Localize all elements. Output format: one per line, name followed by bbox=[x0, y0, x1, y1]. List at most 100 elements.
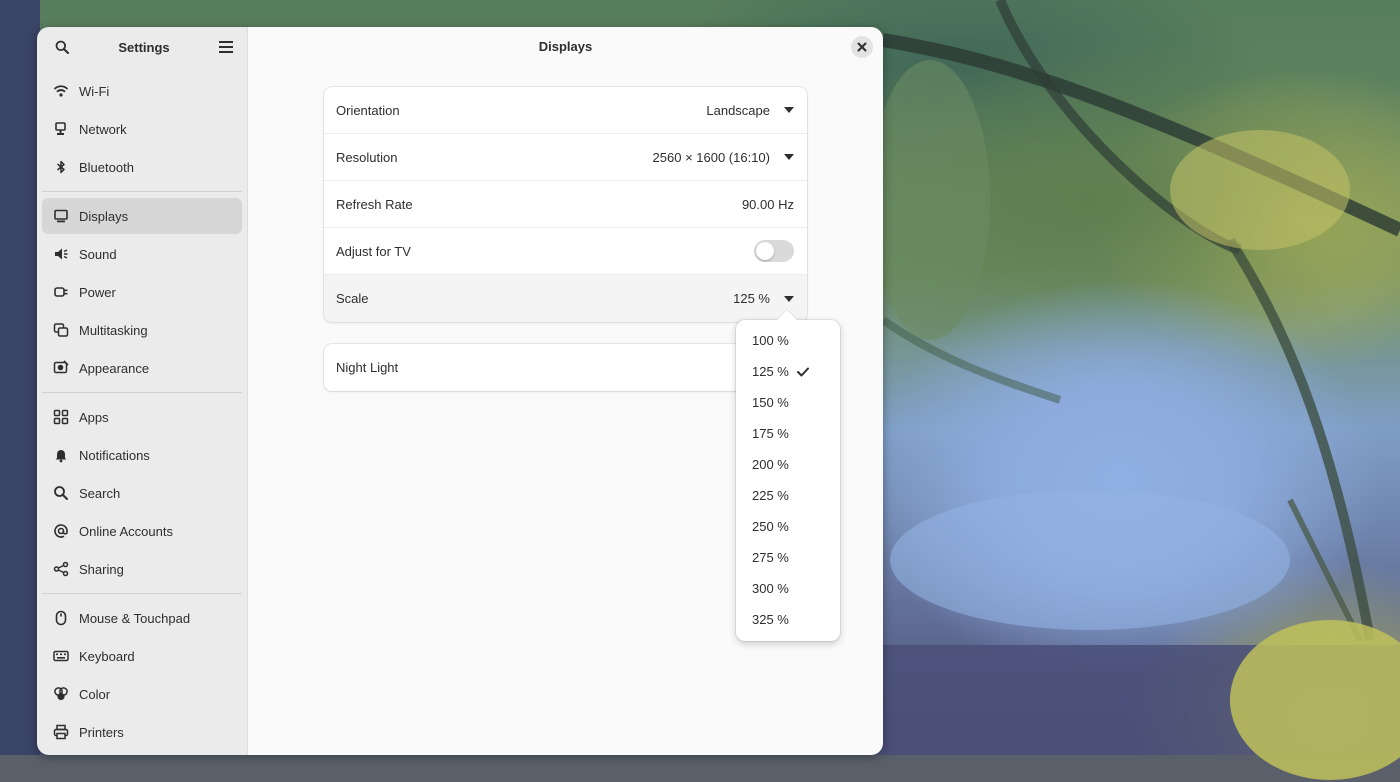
scale-option-225[interactable]: 225 % bbox=[736, 480, 840, 511]
resolution-dropdown[interactable]: 2560 × 1600 (16:10) bbox=[653, 150, 794, 165]
orientation-dropdown[interactable]: Landscape bbox=[706, 103, 794, 118]
sidebar-item-wi-fi[interactable]: Wi-Fi bbox=[42, 73, 242, 109]
power-plug-icon bbox=[53, 284, 69, 300]
sidebar-item-label: Mouse & Touchpad bbox=[79, 610, 191, 626]
night-light-row[interactable]: Night Light bbox=[324, 344, 807, 391]
refresh-rate-row: Refresh Rate 90.00 Hz bbox=[324, 181, 807, 228]
chevron-down-icon bbox=[784, 107, 794, 113]
sidebar-item-search[interactable]: Search bbox=[42, 475, 242, 511]
scale-popover: 100 % 125 % 150 % 175 % 200 % 225 % 250 % 275 %… bbox=[736, 310, 840, 641]
main-menu-button[interactable] bbox=[215, 36, 237, 58]
sidebar-item-online-accounts[interactable]: Online Accounts bbox=[42, 513, 242, 549]
speaker-icon bbox=[53, 246, 69, 262]
scale-option-label: 275 % bbox=[752, 550, 789, 565]
scale-option-label: 325 % bbox=[752, 612, 789, 627]
sidebar-item-color[interactable]: Color bbox=[42, 676, 242, 712]
scale-option-250[interactable]: 250 % bbox=[736, 511, 840, 542]
bell-icon bbox=[53, 447, 69, 463]
adjust-for-tv-toggle[interactable] bbox=[754, 240, 794, 262]
sidebar-item-apps[interactable]: Apps bbox=[42, 399, 242, 435]
sidebar-item-label: Sharing bbox=[79, 561, 124, 577]
sidebar-item-label: Displays bbox=[79, 208, 129, 224]
scale-option-label: 100 % bbox=[752, 333, 789, 348]
share-icon bbox=[53, 561, 69, 577]
scale-option-label: 200 % bbox=[752, 457, 789, 472]
refresh-rate-label: Refresh Rate bbox=[336, 196, 413, 212]
printer-icon bbox=[53, 724, 69, 740]
sidebar-item-bluetooth[interactable]: Bluetooth bbox=[42, 149, 242, 185]
scale-option-label: 150 % bbox=[752, 395, 789, 410]
sidebar-item-displays[interactable]: Displays bbox=[42, 198, 242, 234]
search-icon bbox=[53, 485, 69, 501]
scale-options-list: 100 % 125 % 150 % 175 % 200 % 225 % 250 % 275 %… bbox=[736, 320, 840, 635]
refresh-rate-value: 90.00 Hz bbox=[741, 196, 794, 212]
scale-option-300[interactable]: 300 % bbox=[736, 573, 840, 604]
bluetooth-icon bbox=[53, 159, 69, 175]
sidebar-item-sound[interactable]: Sound bbox=[42, 236, 242, 272]
sidebar-item-power[interactable]: Power bbox=[42, 274, 242, 310]
sidebar-item-label: Apps bbox=[79, 409, 109, 425]
sidebar-item-label: Appearance bbox=[79, 360, 150, 376]
scale-option-150[interactable]: 150 % bbox=[736, 387, 840, 418]
orientation-row[interactable]: Orientation Landscape bbox=[324, 87, 807, 134]
sidebar-item-label: Color bbox=[79, 686, 111, 702]
scale-row[interactable]: Scale 125 % bbox=[324, 275, 807, 322]
night-light-card: Night Light bbox=[324, 344, 807, 391]
sidebar-title: Settings bbox=[118, 39, 170, 55]
toggle-knob bbox=[756, 242, 774, 260]
resolution-label: Resolution bbox=[336, 149, 398, 165]
keyboard-icon bbox=[53, 648, 69, 664]
multitasking-icon bbox=[53, 322, 69, 338]
sidebar-item-network[interactable]: Network bbox=[42, 111, 242, 147]
apps-grid-icon bbox=[53, 409, 69, 425]
scale-option-label: 250 % bbox=[752, 519, 789, 534]
sidebar-nav: Wi-Fi Network Bluetooth Displays Sound Power M… bbox=[37, 67, 247, 750]
scale-option-label: 125 % bbox=[752, 364, 789, 379]
sidebar-separator bbox=[42, 593, 242, 594]
sidebar-item-notifications[interactable]: Notifications bbox=[42, 437, 242, 473]
checkmark-icon bbox=[796, 367, 809, 377]
resolution-row[interactable]: Resolution 2560 × 1600 (16:10) bbox=[324, 134, 807, 181]
scale-option-200[interactable]: 200 % bbox=[736, 449, 840, 480]
scale-option-label: 225 % bbox=[752, 488, 789, 503]
close-button[interactable] bbox=[851, 36, 873, 58]
search-icon bbox=[55, 40, 69, 54]
night-light-label: Night Light bbox=[336, 360, 399, 375]
color-icon bbox=[53, 686, 69, 702]
sidebar-separator bbox=[42, 392, 242, 393]
sidebar-item-label: Network bbox=[79, 121, 127, 137]
mouse-icon bbox=[53, 610, 69, 626]
sidebar-item-label: Wi-Fi bbox=[79, 83, 110, 99]
scale-option-label: 300 % bbox=[752, 581, 789, 596]
search-button[interactable] bbox=[51, 36, 73, 58]
sidebar-item-mouse-and-touchpad[interactable]: Mouse & Touchpad bbox=[42, 600, 242, 636]
sidebar-item-appearance[interactable]: Appearance bbox=[42, 350, 242, 386]
scale-option-125[interactable]: 125 % bbox=[736, 356, 840, 387]
scale-option-325[interactable]: 325 % bbox=[736, 604, 840, 635]
at-icon bbox=[53, 523, 69, 539]
hamburger-menu-icon bbox=[218, 41, 233, 53]
scale-dropdown[interactable]: 125 % bbox=[733, 291, 794, 306]
chevron-down-icon bbox=[784, 154, 794, 160]
resolution-value: 2560 × 1600 (16:10) bbox=[652, 149, 770, 165]
sidebar-item-label: Notifications bbox=[79, 447, 150, 463]
orientation-label: Orientation bbox=[336, 102, 400, 118]
scale-option-175[interactable]: 175 % bbox=[736, 418, 840, 449]
sidebar-item-multitasking[interactable]: Multitasking bbox=[42, 312, 242, 348]
sidebar-item-label: Online Accounts bbox=[79, 523, 173, 539]
sidebar-item-label: Printers bbox=[79, 724, 124, 740]
sidebar-item-label: Search bbox=[79, 485, 121, 501]
adjust-for-tv-row[interactable]: Adjust for TV bbox=[324, 228, 807, 275]
display-icon bbox=[53, 208, 69, 224]
sidebar-item-label: Power bbox=[79, 284, 116, 300]
sidebar-item-printers[interactable]: Printers bbox=[42, 714, 242, 750]
sidebar-item-label: Multitasking bbox=[79, 322, 148, 338]
chevron-down-icon bbox=[784, 295, 794, 302]
scale-option-275[interactable]: 275 % bbox=[736, 542, 840, 573]
scale-label: Scale bbox=[336, 291, 369, 306]
display-settings-card: Orientation Landscape Resolution 2560 × … bbox=[324, 87, 807, 322]
sidebar-item-keyboard[interactable]: Keyboard bbox=[42, 638, 242, 674]
sidebar-item-sharing[interactable]: Sharing bbox=[42, 551, 242, 587]
scale-option-100[interactable]: 100 % bbox=[736, 325, 840, 356]
scale-value: 125 % bbox=[733, 291, 770, 306]
